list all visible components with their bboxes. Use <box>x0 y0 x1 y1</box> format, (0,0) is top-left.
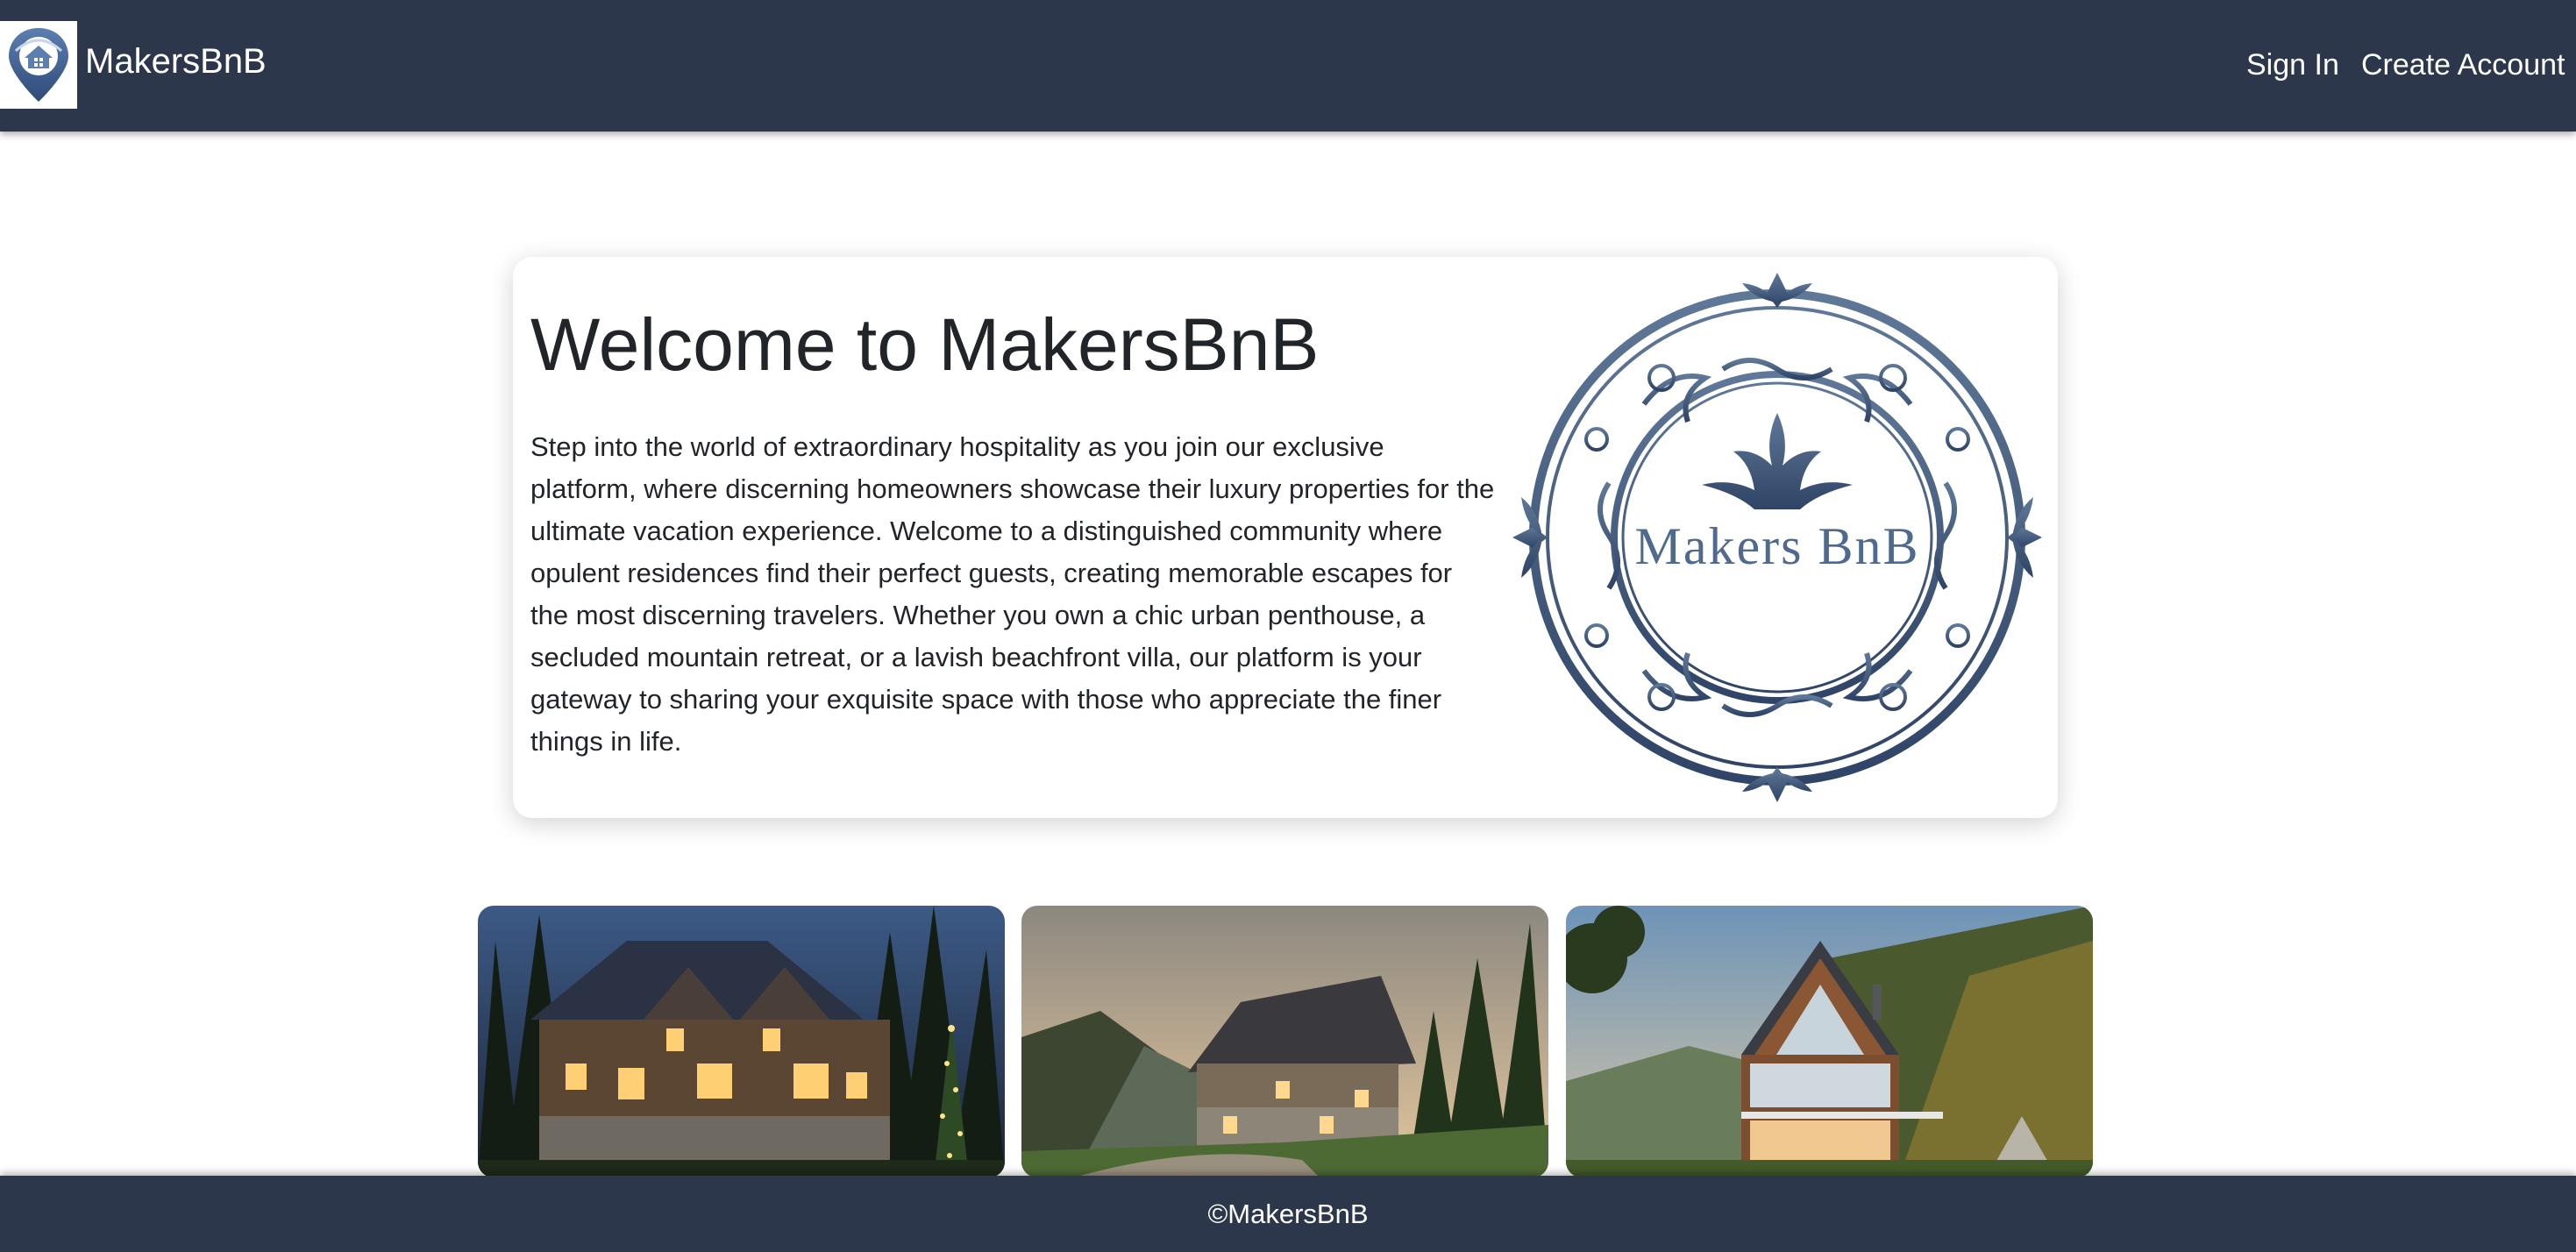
property-card[interactable] <box>1566 906 2093 1177</box>
footer: ©MakersBnB <box>0 1176 2576 1252</box>
makersbnb-emblem-logo: Makers BnB <box>1512 273 2042 802</box>
modern-alpine-house-image <box>1566 906 2093 1177</box>
house-pin-logo-icon <box>9 28 68 102</box>
brand-logo[interactable] <box>0 21 77 109</box>
property-card[interactable] <box>478 906 1005 1177</box>
property-card-list <box>478 906 2093 1177</box>
property-card[interactable] <box>1021 906 1548 1177</box>
welcome-card: Welcome to MakersBnB Step into the world… <box>513 257 2058 818</box>
copyright-text: ©MakersBnB <box>1207 1198 1369 1229</box>
page-title: Welcome to MakersBnB <box>530 303 1320 386</box>
create-account-link[interactable]: Create Account <box>2361 46 2565 84</box>
luxury-chalet-night-image <box>478 906 1005 1177</box>
emblem-text: Makers BnB <box>1635 517 1920 575</box>
brand-name[interactable]: MakersBnB <box>85 39 267 84</box>
sign-in-link[interactable]: Sign In <box>2246 46 2339 84</box>
navbar: MakersBnB Sign In Create Account <box>0 0 2576 132</box>
stone-cottage-sunset-image <box>1021 906 1548 1177</box>
welcome-description: Step into the world of extraordinary hos… <box>530 431 1495 757</box>
